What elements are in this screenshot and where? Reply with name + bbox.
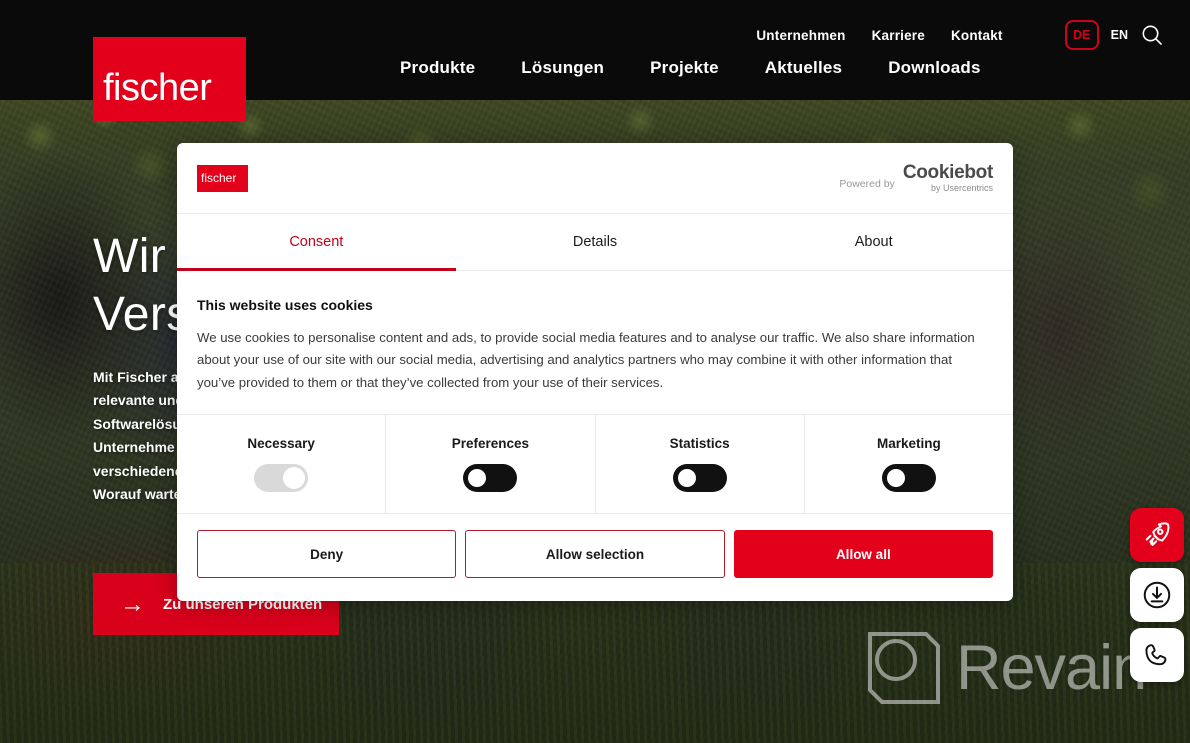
floating-widget-rail	[1130, 508, 1184, 682]
page-root: Wir e Verst Mit Fischer a relevante und …	[0, 0, 1190, 743]
toggle-knob	[675, 467, 698, 490]
site-logo-text: fischer	[103, 67, 212, 109]
cookie-consent-dialog: fischer Powered by Cookiebot by Usercent…	[177, 143, 1013, 601]
powered-by-label: Powered by	[839, 177, 895, 190]
site-logo[interactable]: fischer	[93, 37, 246, 121]
rocket-icon	[1145, 522, 1170, 546]
cookie-dialog-actions: Deny Allow selection Allow all	[177, 514, 1013, 596]
toggle-preferences[interactable]	[463, 464, 518, 493]
meta-nav-item-unternehmen[interactable]: Unternehmen	[756, 28, 845, 43]
phone-icon	[1145, 644, 1167, 666]
cookie-dialog-body: This website uses cookies We use cookies…	[177, 271, 1013, 414]
language-en-button[interactable]: EN	[1111, 28, 1128, 42]
nav-item-produkte[interactable]: Produkte	[400, 58, 475, 78]
revain-watermark: Revain	[866, 630, 1147, 706]
nav-item-aktuelles[interactable]: Aktuelles	[765, 58, 842, 78]
cookie-category-label: Marketing	[876, 436, 941, 452]
revain-watermark-text: Revain	[956, 632, 1147, 703]
allow-all-button[interactable]: Allow all	[733, 530, 993, 579]
language-switcher: DE EN	[1064, 20, 1164, 50]
deny-button[interactable]: Deny	[197, 530, 457, 579]
cookie-dialog-title: This website uses cookies	[197, 297, 373, 313]
revain-logo-icon	[868, 632, 940, 704]
cookiebot-brand: Cookiebot by Usercentrics	[902, 161, 993, 194]
cookie-category-statistics: Statistics	[596, 415, 805, 514]
cookie-category-preferences: Preferences	[386, 415, 596, 514]
cookie-dialog-header: fischer Powered by Cookiebot by Usercent…	[177, 143, 1013, 213]
tab-details[interactable]: Details	[456, 214, 735, 270]
nav-item-downloads[interactable]: Downloads	[888, 58, 980, 78]
cookie-dialog-description: We use cookies to personalise content an…	[197, 330, 975, 390]
tab-consent[interactable]: Consent	[177, 214, 456, 271]
cookie-dialog-logo: fischer	[197, 164, 248, 192]
meta-navigation: Unternehmen Karriere Kontakt DE EN	[756, 20, 1164, 50]
toggle-knob	[283, 467, 306, 490]
powered-by-cookiebot[interactable]: Powered by Cookiebot by Usercentrics	[839, 161, 993, 194]
toggle-knob	[466, 467, 489, 490]
rocket-widget[interactable]	[1130, 508, 1184, 562]
cookie-dialog-logo-text: fischer	[201, 171, 237, 185]
phone-widget[interactable]	[1130, 628, 1184, 682]
meta-nav-item-kontakt[interactable]: Kontakt	[951, 28, 1003, 43]
cookie-category-marketing: Marketing	[805, 415, 1013, 513]
nav-item-projekte[interactable]: Projekte	[650, 58, 719, 78]
allow-selection-button[interactable]: Allow selection	[465, 530, 725, 579]
toggle-marketing[interactable]	[881, 464, 936, 493]
download-widget[interactable]	[1130, 568, 1184, 622]
language-de-button[interactable]: DE	[1064, 20, 1099, 50]
cookie-category-label: Necessary	[247, 436, 315, 452]
toggle-knob	[884, 467, 907, 490]
download-icon	[1143, 581, 1171, 609]
cookie-category-list: Necessary Preferences Statistics Marketi…	[177, 414, 1013, 515]
search-button[interactable]	[1140, 23, 1164, 47]
arrow-right-icon: →	[120, 589, 145, 618]
cookie-category-necessary: Necessary	[177, 415, 387, 514]
cookie-dialog-tabs: Consent Details About	[177, 213, 1013, 271]
cookie-category-label: Statistics	[669, 436, 730, 452]
toggle-statistics[interactable]	[672, 464, 727, 493]
search-icon	[1142, 25, 1162, 45]
meta-nav-item-karriere[interactable]: Karriere	[872, 28, 925, 43]
cookiebot-brand-name: Cookiebot	[902, 161, 993, 183]
tab-about[interactable]: About	[734, 214, 1013, 270]
main-navigation: Produkte Lösungen Projekte Aktuelles Dow…	[400, 58, 981, 78]
nav-item-loesungen[interactable]: Lösungen	[521, 58, 604, 78]
cookie-category-label: Preferences	[451, 436, 530, 452]
toggle-necessary	[254, 464, 309, 493]
cookiebot-brand-sub: by Usercentrics	[930, 182, 993, 193]
